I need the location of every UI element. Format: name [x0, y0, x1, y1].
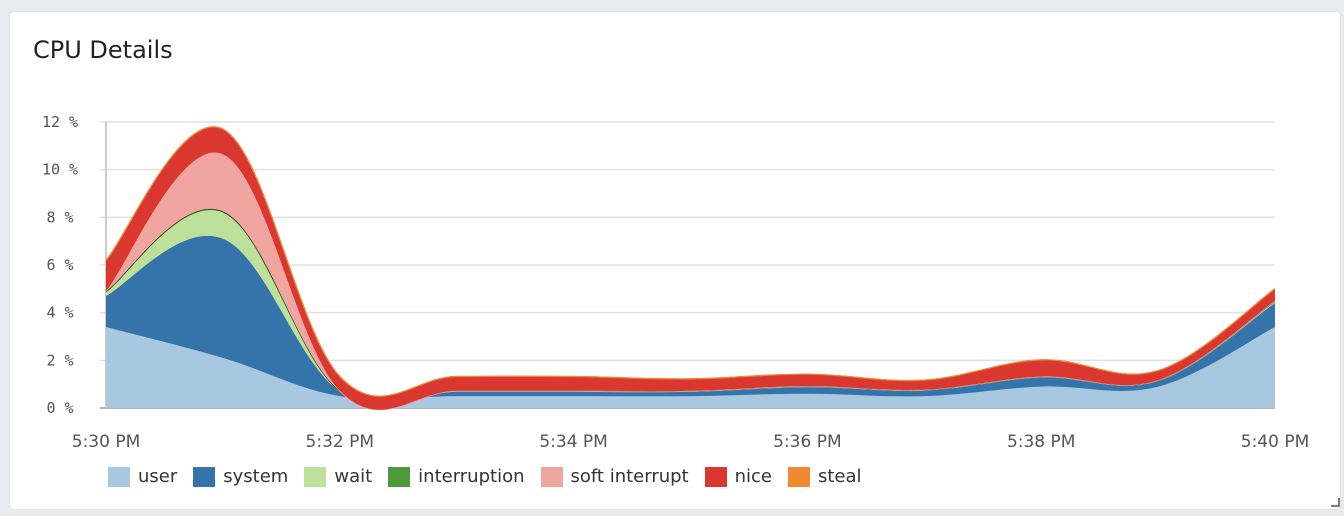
y-tick-label: 0 % — [46, 399, 73, 417]
x-tick-label: 5:36 PM — [773, 432, 842, 452]
y-tick-label: 10 % — [42, 161, 78, 179]
y-tick-label: 2 % — [46, 351, 73, 369]
x-tick-label: 5:34 PM — [539, 432, 608, 452]
x-tick-label: 5:40 PM — [1241, 432, 1310, 452]
x-tick-label: 5:30 PM — [72, 432, 141, 452]
y-tick-label: 4 % — [46, 304, 73, 322]
y-tick-label: 6 % — [46, 256, 73, 274]
x-tick-label: 5:32 PM — [306, 432, 375, 452]
y-tick-label: 12 % — [42, 113, 78, 131]
y-tick-label: 8 % — [46, 208, 73, 226]
cpu-area-chart: 0 % 2 % 4 % 6 % 8 % 10 % 12 % 5:30 PM 5:32 PM 5:3… — [42, 113, 1310, 452]
x-tick-label: 5:38 PM — [1007, 432, 1076, 452]
